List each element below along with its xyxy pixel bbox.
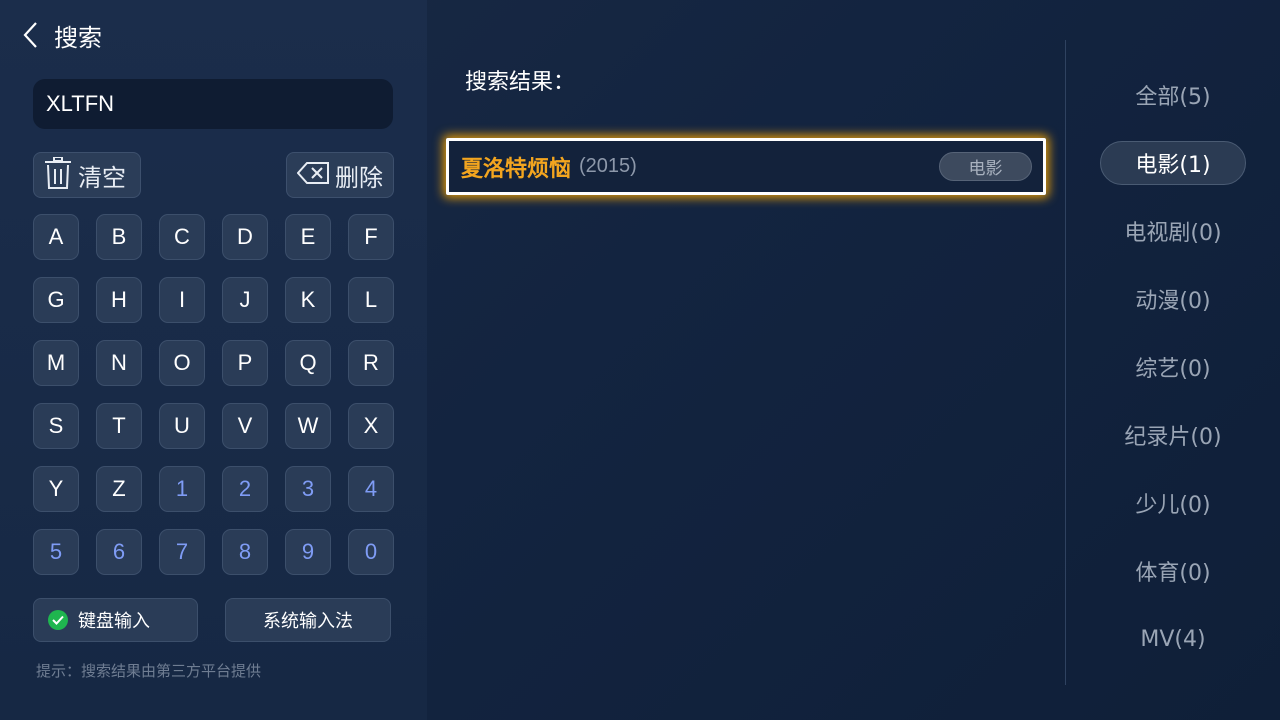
key[interactable]: 4 [348, 466, 394, 512]
check-circle-icon [48, 610, 68, 630]
key[interactable]: 9 [285, 529, 331, 575]
key[interactable]: W [285, 403, 331, 449]
category-all[interactable]: 全部(5) [1100, 73, 1246, 117]
key[interactable]: K [285, 277, 331, 323]
category-sports[interactable]: 体育(0) [1100, 549, 1246, 593]
key[interactable]: G [33, 277, 79, 323]
key[interactable]: J [222, 277, 268, 323]
delete-label: 删除 [335, 163, 383, 192]
system-input-button[interactable]: 系统输入法 [225, 598, 391, 642]
back-button[interactable]: 搜索 [22, 18, 102, 52]
result-title: 夏洛特烦恼 [461, 156, 572, 182]
key[interactable]: T [96, 403, 142, 449]
key[interactable]: 6 [96, 529, 142, 575]
result-type-badge: 电影 [939, 152, 1032, 181]
key[interactable]: 5 [33, 529, 79, 575]
chevron-left-icon [22, 18, 44, 52]
keyboard-input-button[interactable]: 键盘输入 [33, 598, 198, 642]
key[interactable]: Y [33, 466, 79, 512]
category-tv[interactable]: 电视剧(0) [1100, 209, 1246, 253]
backspace-icon [296, 162, 329, 188]
clear-button[interactable]: 清空 [33, 152, 141, 198]
key[interactable]: 3 [285, 466, 331, 512]
result-year: (2015) [579, 155, 637, 177]
key[interactable]: V [222, 403, 268, 449]
system-input-label: 系统输入法 [263, 611, 353, 632]
key[interactable]: H [96, 277, 142, 323]
keyboard-input-label: 键盘输入 [78, 611, 150, 632]
search-input[interactable]: XLTFN [33, 79, 393, 129]
category-documentary[interactable]: 纪录片(0) [1100, 413, 1246, 457]
clear-label: 清空 [78, 163, 126, 192]
key[interactable]: A [33, 214, 79, 260]
delete-button[interactable]: 删除 [286, 152, 394, 198]
key[interactable]: E [285, 214, 331, 260]
page-title: 搜索 [54, 23, 102, 52]
key[interactable]: C [159, 214, 205, 260]
key[interactable]: B [96, 214, 142, 260]
key[interactable]: M [33, 340, 79, 386]
result-item[interactable]: 夏洛特烦恼 (2015) 电影 [446, 138, 1046, 195]
key[interactable]: 0 [348, 529, 394, 575]
key[interactable]: N [96, 340, 142, 386]
category-mv[interactable]: MV(4) [1100, 617, 1246, 661]
key[interactable]: D [222, 214, 268, 260]
key[interactable]: O [159, 340, 205, 386]
key[interactable]: S [33, 403, 79, 449]
category-movie[interactable]: 电影(1) [1100, 141, 1246, 185]
key[interactable]: R [348, 340, 394, 386]
category-list: 全部(5) 电影(1) 电视剧(0) 动漫(0) 综艺(0) 纪录片(0) 少儿… [1066, 0, 1280, 720]
key[interactable]: Q [285, 340, 331, 386]
results-title: 搜索结果： [465, 70, 576, 95]
key[interactable]: 8 [222, 529, 268, 575]
trash-icon [44, 156, 72, 193]
left-panel: 搜索 XLTFN 清空 删除 A B C D E F G H I J K L M… [0, 0, 427, 720]
hint-text: 提示：搜索结果由第三方平台提供 [36, 662, 262, 680]
key[interactable]: I [159, 277, 205, 323]
key[interactable]: U [159, 403, 205, 449]
key[interactable]: F [348, 214, 394, 260]
category-kids[interactable]: 少儿(0) [1100, 481, 1246, 525]
key[interactable]: Z [96, 466, 142, 512]
key[interactable]: 7 [159, 529, 205, 575]
category-anime[interactable]: 动漫(0) [1100, 277, 1246, 321]
key[interactable]: L [348, 277, 394, 323]
category-variety[interactable]: 综艺(0) [1100, 345, 1246, 389]
key[interactable]: P [222, 340, 268, 386]
key[interactable]: 2 [222, 466, 268, 512]
key[interactable]: 1 [159, 466, 205, 512]
key[interactable]: X [348, 403, 394, 449]
